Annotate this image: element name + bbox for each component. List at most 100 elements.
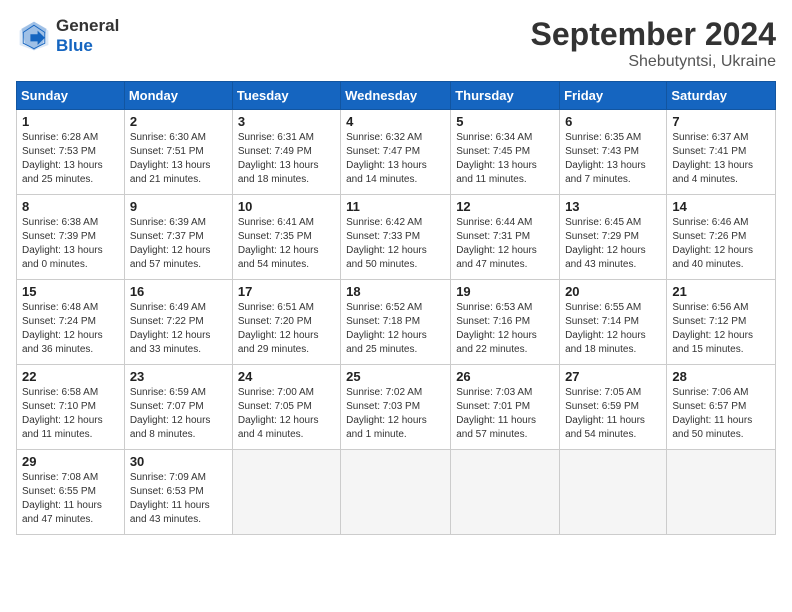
day-3: 3 Sunrise: 6:31 AM Sunset: 7:49 PM Daylig… xyxy=(232,110,340,195)
day-8: 8 Sunrise: 6:38 AM Sunset: 7:39 PM Daylig… xyxy=(17,195,125,280)
location-subtitle: Shebutyntsi, Ukraine xyxy=(531,53,776,71)
day-info-9: Sunrise: 6:39 AM Sunset: 7:37 PM Dayligh… xyxy=(130,216,227,272)
empty-cell-w5-c3 xyxy=(341,450,451,535)
page-header: General Blue September 2024 Shebutyntsi,… xyxy=(16,16,776,71)
week-row-2: 8 Sunrise: 6:38 AM Sunset: 7:39 PM Daylig… xyxy=(17,195,776,280)
day-info-12: Sunrise: 6:44 AM Sunset: 7:31 PM Dayligh… xyxy=(456,216,554,272)
calendar-table: Sunday Monday Tuesday Wednesday Thursday… xyxy=(16,81,776,535)
day-15: 15 Sunrise: 6:48 AM Sunset: 7:24 PM Dayli… xyxy=(17,280,125,365)
logo-text: General Blue xyxy=(56,16,119,56)
day-number-22: 22 xyxy=(22,369,119,384)
day-number-12: 12 xyxy=(456,199,554,214)
day-number-16: 16 xyxy=(130,284,227,299)
day-number-13: 13 xyxy=(565,199,661,214)
calendar-body: 1Sunrise: 6:28 AM Sunset: 7:53 PM Daylig… xyxy=(17,110,776,535)
day-info-21: Sunrise: 6:56 AM Sunset: 7:12 PM Dayligh… xyxy=(672,301,770,357)
day-number-9: 9 xyxy=(130,199,227,214)
col-header-thursday: Thursday xyxy=(451,82,560,110)
day-number-10: 10 xyxy=(238,199,335,214)
day-info-23: Sunrise: 6:59 AM Sunset: 7:07 PM Dayligh… xyxy=(130,386,227,442)
day-info-6: Sunrise: 6:35 AM Sunset: 7:43 PM Dayligh… xyxy=(565,131,661,187)
day-number-1: 1 xyxy=(22,114,119,129)
day-30: 30Sunrise: 7:09 AM Sunset: 6:53 PM Dayli… xyxy=(124,450,232,535)
day-16: 16Sunrise: 6:49 AM Sunset: 7:22 PM Dayli… xyxy=(124,280,232,365)
day-19: 19 Sunrise: 6:53 AM Sunset: 7:16 PM Dayli… xyxy=(451,280,560,365)
col-header-sunday: Sunday xyxy=(17,82,125,110)
col-header-monday: Monday xyxy=(124,82,232,110)
day-21: 21 Sunrise: 6:56 AM Sunset: 7:12 PM Dayli… xyxy=(667,280,776,365)
day-info-15: Sunrise: 6:48 AM Sunset: 7:24 PM Dayligh… xyxy=(22,301,119,357)
day-info-8: Sunrise: 6:38 AM Sunset: 7:39 PM Dayligh… xyxy=(22,216,119,272)
day-number-18: 18 xyxy=(346,284,445,299)
day-number-28: 28 xyxy=(672,369,770,384)
day-info-26: Sunrise: 7:03 AM Sunset: 7:01 PM Dayligh… xyxy=(456,386,554,442)
day-number-7: 7 xyxy=(672,114,770,129)
day-info-10: Sunrise: 6:41 AM Sunset: 7:35 PM Dayligh… xyxy=(238,216,335,272)
day-number-17: 17 xyxy=(238,284,335,299)
day-number-5: 5 xyxy=(456,114,554,129)
day-number-26: 26 xyxy=(456,369,554,384)
day-info-2: Sunrise: 6:30 AM Sunset: 7:51 PM Dayligh… xyxy=(130,131,227,187)
logo: General Blue xyxy=(16,16,119,56)
day-number-25: 25 xyxy=(346,369,445,384)
day-number-27: 27 xyxy=(565,369,661,384)
day-number-20: 20 xyxy=(565,284,661,299)
logo-icon xyxy=(16,18,52,54)
day-29: 29 Sunrise: 7:08 AM Sunset: 6:55 PM Dayli… xyxy=(17,450,125,535)
day-number-23: 23 xyxy=(130,369,227,384)
day-12: 12 Sunrise: 6:44 AM Sunset: 7:31 PM Dayli… xyxy=(451,195,560,280)
empty-cell-w5-c5 xyxy=(560,450,667,535)
day-number-8: 8 xyxy=(22,199,119,214)
title-area: September 2024 Shebutyntsi, Ukraine xyxy=(531,16,776,71)
day-20: 20Sunrise: 6:55 AM Sunset: 7:14 PM Dayli… xyxy=(560,280,667,365)
day-number-14: 14 xyxy=(672,199,770,214)
day-number-24: 24 xyxy=(238,369,335,384)
day-number-21: 21 xyxy=(672,284,770,299)
day-info-25: Sunrise: 7:02 AM Sunset: 7:03 PM Dayligh… xyxy=(346,386,445,442)
day-info-22: Sunrise: 6:58 AM Sunset: 7:10 PM Dayligh… xyxy=(22,386,119,442)
day-info-17: Sunrise: 6:51 AM Sunset: 7:20 PM Dayligh… xyxy=(238,301,335,357)
week-row-1: 1Sunrise: 6:28 AM Sunset: 7:53 PM Daylig… xyxy=(17,110,776,195)
day-1: 1Sunrise: 6:28 AM Sunset: 7:53 PM Daylig… xyxy=(17,110,125,195)
day-4: 4Sunrise: 6:32 AM Sunset: 7:47 PM Daylig… xyxy=(341,110,451,195)
day-17: 17 Sunrise: 6:51 AM Sunset: 7:20 PM Dayli… xyxy=(232,280,340,365)
day-info-5: Sunrise: 6:34 AM Sunset: 7:45 PM Dayligh… xyxy=(456,131,554,187)
col-header-friday: Friday xyxy=(560,82,667,110)
day-10: 10 Sunrise: 6:41 AM Sunset: 7:35 PM Dayli… xyxy=(232,195,340,280)
day-18: 18 Sunrise: 6:52 AM Sunset: 7:18 PM Dayli… xyxy=(341,280,451,365)
day-info-11: Sunrise: 6:42 AM Sunset: 7:33 PM Dayligh… xyxy=(346,216,445,272)
day-info-24: Sunrise: 7:00 AM Sunset: 7:05 PM Dayligh… xyxy=(238,386,335,442)
day-info-27: Sunrise: 7:05 AM Sunset: 6:59 PM Dayligh… xyxy=(565,386,661,442)
day-info-19: Sunrise: 6:53 AM Sunset: 7:16 PM Dayligh… xyxy=(456,301,554,357)
week-row-3: 15 Sunrise: 6:48 AM Sunset: 7:24 PM Dayli… xyxy=(17,280,776,365)
day-number-15: 15 xyxy=(22,284,119,299)
days-header-row: Sunday Monday Tuesday Wednesday Thursday… xyxy=(17,82,776,110)
day-26: 26 Sunrise: 7:03 AM Sunset: 7:01 PM Dayli… xyxy=(451,365,560,450)
day-27: 27 Sunrise: 7:05 AM Sunset: 6:59 PM Dayli… xyxy=(560,365,667,450)
day-number-3: 3 xyxy=(238,114,335,129)
day-info-13: Sunrise: 6:45 AM Sunset: 7:29 PM Dayligh… xyxy=(565,216,661,272)
day-info-3: Sunrise: 6:31 AM Sunset: 7:49 PM Dayligh… xyxy=(238,131,335,187)
day-info-18: Sunrise: 6:52 AM Sunset: 7:18 PM Dayligh… xyxy=(346,301,445,357)
week-row-4: 22 Sunrise: 6:58 AM Sunset: 7:10 PM Dayli… xyxy=(17,365,776,450)
day-23: 23 Sunrise: 6:59 AM Sunset: 7:07 PM Dayli… xyxy=(124,365,232,450)
day-9: 9 Sunrise: 6:39 AM Sunset: 7:37 PM Daylig… xyxy=(124,195,232,280)
month-title: September 2024 xyxy=(531,16,776,53)
day-number-19: 19 xyxy=(456,284,554,299)
day-info-14: Sunrise: 6:46 AM Sunset: 7:26 PM Dayligh… xyxy=(672,216,770,272)
day-13: 13 Sunrise: 6:45 AM Sunset: 7:29 PM Dayli… xyxy=(560,195,667,280)
day-info-29: Sunrise: 7:08 AM Sunset: 6:55 PM Dayligh… xyxy=(22,471,119,527)
day-number-29: 29 xyxy=(22,454,119,469)
day-2: 2Sunrise: 6:30 AM Sunset: 7:51 PM Daylig… xyxy=(124,110,232,195)
day-number-11: 11 xyxy=(346,199,445,214)
day-11: 11 Sunrise: 6:42 AM Sunset: 7:33 PM Dayli… xyxy=(341,195,451,280)
day-number-6: 6 xyxy=(565,114,661,129)
empty-cell-w5-c2 xyxy=(232,450,340,535)
week-row-5: 29 Sunrise: 7:08 AM Sunset: 6:55 PM Dayli… xyxy=(17,450,776,535)
day-24: 24 Sunrise: 7:00 AM Sunset: 7:05 PM Dayli… xyxy=(232,365,340,450)
day-28: 28Sunrise: 7:06 AM Sunset: 6:57 PM Dayli… xyxy=(667,365,776,450)
day-info-30: Sunrise: 7:09 AM Sunset: 6:53 PM Dayligh… xyxy=(130,471,227,527)
day-info-4: Sunrise: 6:32 AM Sunset: 7:47 PM Dayligh… xyxy=(346,131,445,187)
col-header-saturday: Saturday xyxy=(667,82,776,110)
day-6: 6 Sunrise: 6:35 AM Sunset: 7:43 PM Daylig… xyxy=(560,110,667,195)
